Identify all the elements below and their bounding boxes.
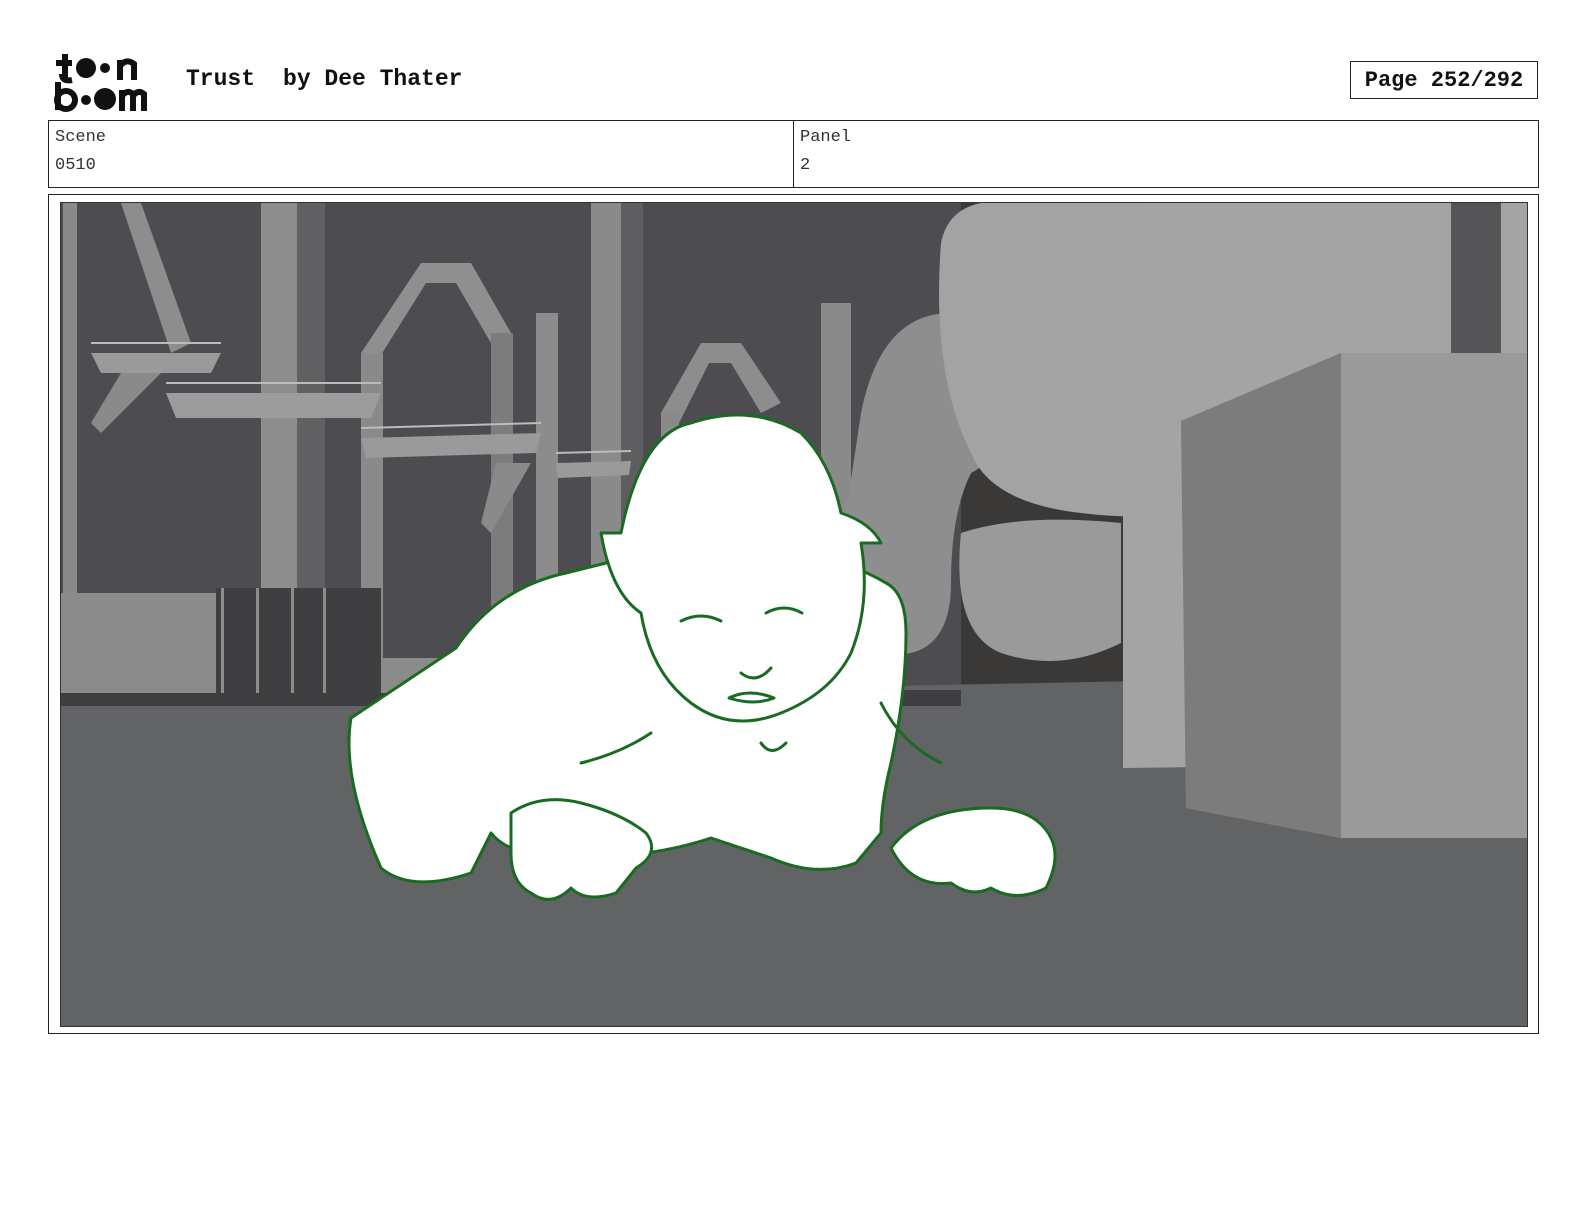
project-title: Trust [186,66,256,92]
toon-boom-logo [50,50,165,112]
project-author: by Dee Thater [283,66,463,92]
storyboard-title: Trust by Dee Thater [186,66,462,92]
page-indicator: Page 252/292 [1350,61,1538,99]
scene-label: Scene [55,128,107,147]
storyboard-panel-image [60,202,1528,1027]
scene-cell: Scene 0510 [49,121,793,187]
panel-cell: Panel 2 [793,121,1538,187]
panel-value: 2 [800,156,811,175]
panel-label: Panel [800,128,852,147]
scene-value: 0510 [55,156,96,175]
scene-panel-info: Scene 0510 Panel 2 [48,120,1539,188]
page-indicator-text: Page 252/292 [1364,67,1524,93]
